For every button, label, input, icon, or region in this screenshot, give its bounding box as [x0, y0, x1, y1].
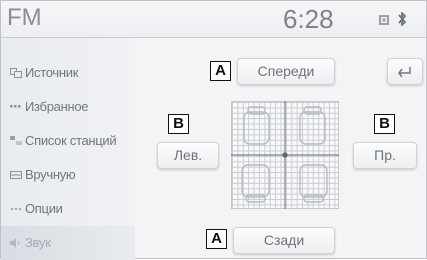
- sidebar-item-label: Источник: [25, 65, 79, 80]
- sound-icon: [10, 238, 20, 248]
- radio-screen: FM 6:28 Источник Избранное Список станци…: [0, 0, 427, 260]
- back-button[interactable]: [387, 58, 423, 85]
- station-list-icon: [10, 136, 22, 145]
- clock: 6:28: [283, 4, 334, 34]
- callout-b-right: B: [374, 114, 395, 134]
- car-seats-icon: [231, 101, 339, 209]
- front-button[interactable]: Спереди: [237, 58, 335, 85]
- sidebar-item-sound[interactable]: Звук: [1, 226, 135, 260]
- sidebar-item-label: Звук: [25, 235, 51, 250]
- sidebar-item-source[interactable]: Источник: [1, 56, 135, 90]
- band-title: FM: [7, 4, 42, 31]
- sidebar-item-station-list[interactable]: Список станций: [1, 124, 135, 158]
- source-icon: [10, 68, 22, 78]
- bluetooth-icon: [398, 12, 407, 26]
- sidebar-item-manual[interactable]: Вручную: [1, 158, 135, 192]
- options-icon: [11, 208, 21, 210]
- callout-b-left: B: [168, 114, 189, 134]
- status-bar: FM 6:28: [1, 1, 426, 38]
- favorites-icon: [10, 105, 21, 108]
- sidebar-menu: Источник Избранное Список станций Вручну…: [1, 38, 135, 260]
- sidebar-item-label: Список станций: [25, 133, 117, 148]
- callout-a-rear: A: [206, 229, 227, 249]
- sidebar-item-label: Избранное: [25, 99, 89, 114]
- sidebar-item-favorites[interactable]: Избранное: [1, 90, 135, 124]
- rear-button[interactable]: Сзади: [233, 227, 335, 254]
- balance-fader-grid[interactable]: [231, 101, 339, 209]
- sidebar-item-label: Опции: [25, 201, 63, 216]
- manual-icon: [10, 171, 22, 179]
- callout-a-front: A: [210, 61, 231, 81]
- sidebar-item-label: Вручную: [25, 167, 76, 182]
- signal-strength-icon: [379, 15, 389, 25]
- back-arrow-icon: [398, 67, 411, 78]
- sidebar-item-options[interactable]: Опции: [1, 192, 135, 226]
- left-button[interactable]: Лев.: [157, 142, 219, 169]
- right-button[interactable]: Пр.: [353, 142, 417, 169]
